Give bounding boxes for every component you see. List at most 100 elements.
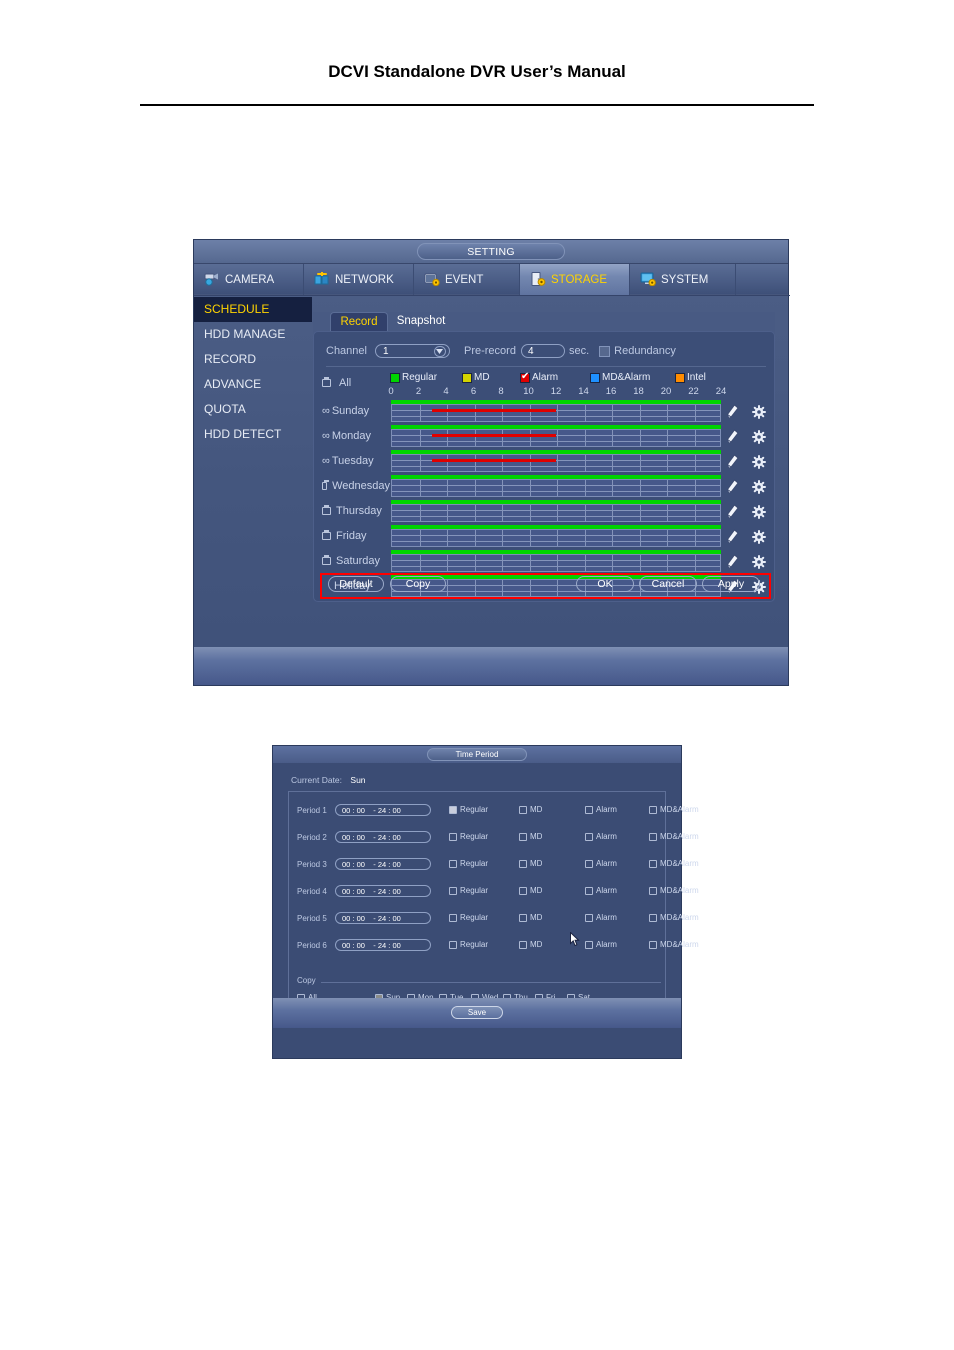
period-md-alarm-checkbox[interactable]: MD&Alarm <box>649 805 699 814</box>
period-time-input[interactable]: 00 : 00 - 24 : 00 <box>335 858 431 870</box>
legend-intel[interactable]: Intel <box>675 372 706 383</box>
checkbox-icon[interactable] <box>585 859 593 868</box>
legend-alarm[interactable]: Alarm <box>520 371 558 383</box>
checkbox-icon[interactable] <box>585 913 593 922</box>
schedule-row-wednesday[interactable]: Wednesday <box>322 474 768 499</box>
period-time-input[interactable]: 00 : 00 - 24 : 00 <box>335 939 431 951</box>
prerecord-input[interactable]: 4 <box>520 344 565 358</box>
schedule-row-friday[interactable]: Friday <box>322 524 768 549</box>
period-alarm-checkbox[interactable]: Alarm <box>585 805 617 814</box>
schedule-row-saturday[interactable]: Saturday <box>322 549 768 574</box>
period-md-alarm-checkbox[interactable]: MD&Alarm <box>649 859 699 868</box>
checkbox-icon[interactable] <box>449 805 457 814</box>
sidebar-item-record[interactable]: RECORD <box>194 347 312 372</box>
checkbox-icon[interactable] <box>322 555 331 565</box>
schedule-timeline[interactable] <box>391 525 721 547</box>
period-time-input[interactable]: 00 : 00 - 24 : 00 <box>335 912 431 924</box>
schedule-row-thursday[interactable]: Thursday <box>322 499 768 524</box>
schedule-timeline[interactable] <box>391 475 721 497</box>
checkbox-icon[interactable] <box>519 940 527 949</box>
checkbox-icon[interactable] <box>519 859 527 868</box>
sidebar-item-hdd-detect[interactable]: HDD DETECT <box>194 422 312 447</box>
gear-icon[interactable] <box>752 455 766 474</box>
checkbox-icon[interactable] <box>519 886 527 895</box>
gear-icon[interactable] <box>752 480 766 499</box>
schedule-row-sunday[interactable]: ∞ Sunday <box>322 399 768 424</box>
sidebar-item-schedule[interactable]: SCHEDULE <box>194 297 312 322</box>
gear-icon[interactable] <box>752 405 766 424</box>
period-md-checkbox[interactable]: MD <box>519 859 542 868</box>
checkbox-icon[interactable] <box>649 805 657 814</box>
link-icon[interactable]: ∞ <box>322 455 330 467</box>
eraser-icon[interactable] <box>726 529 739 549</box>
schedule-timeline[interactable] <box>391 425 721 447</box>
channel-select[interactable]: 1 <box>374 344 450 358</box>
period-regular-checkbox[interactable]: Regular <box>449 886 488 895</box>
checkbox-icon[interactable] <box>649 940 657 949</box>
eraser-icon[interactable] <box>726 404 739 424</box>
checkbox-icon[interactable] <box>449 913 457 922</box>
period-regular-checkbox[interactable]: Regular <box>449 913 488 922</box>
period-md-alarm-checkbox[interactable]: MD&Alarm <box>649 940 699 949</box>
period-md-checkbox[interactable]: MD <box>519 940 542 949</box>
checkbox-icon[interactable] <box>322 530 331 540</box>
checkbox-icon[interactable] <box>585 832 593 841</box>
schedule-row-monday[interactable]: ∞ Monday <box>322 424 768 449</box>
checkbox-icon[interactable] <box>649 913 657 922</box>
checkbox-icon[interactable] <box>585 886 593 895</box>
schedule-timeline[interactable] <box>391 550 721 572</box>
legend-swatch-icon[interactable] <box>675 372 685 383</box>
checkbox-icon[interactable] <box>449 832 457 841</box>
checkbox-icon[interactable] <box>585 940 593 949</box>
ok-button[interactable]: OK <box>576 576 634 592</box>
legend-md[interactable]: MD <box>462 372 490 383</box>
period-md-alarm-checkbox[interactable]: MD&Alarm <box>649 913 699 922</box>
link-icon[interactable]: ∞ <box>322 405 330 417</box>
legend-swatch-icon[interactable] <box>462 372 472 383</box>
tab-snapshot[interactable]: Snapshot <box>391 312 451 331</box>
save-button[interactable]: Save <box>451 1006 503 1019</box>
period-md-checkbox[interactable]: MD <box>519 832 542 841</box>
period-regular-checkbox[interactable]: Regular <box>449 859 488 868</box>
tab-record[interactable]: Record <box>330 312 388 331</box>
apply-button[interactable]: Apply <box>702 576 760 592</box>
eraser-icon[interactable] <box>726 454 739 474</box>
schedule-timeline[interactable] <box>391 500 721 522</box>
gear-icon[interactable] <box>752 555 766 574</box>
period-alarm-checkbox[interactable]: Alarm <box>585 940 617 949</box>
tab-event[interactable]: EVENT <box>414 264 520 295</box>
checkbox-icon[interactable] <box>322 480 330 490</box>
checkbox-icon[interactable] <box>322 505 331 515</box>
sidebar-item-advance[interactable]: ADVANCE <box>194 372 312 397</box>
eraser-icon[interactable] <box>726 429 739 449</box>
period-regular-checkbox[interactable]: Regular <box>449 832 488 841</box>
checkbox-icon[interactable] <box>449 859 457 868</box>
redundancy-checkbox[interactable] <box>599 345 611 357</box>
tab-network[interactable]: NETWORK <box>304 264 414 295</box>
period-md-checkbox[interactable]: MD <box>519 805 542 814</box>
period-alarm-checkbox[interactable]: Alarm <box>585 886 617 895</box>
checkbox-icon[interactable] <box>519 832 527 841</box>
chevron-down-icon[interactable] <box>433 346 446 357</box>
period-alarm-checkbox[interactable]: Alarm <box>585 832 617 841</box>
sidebar-item-hdd-manage[interactable]: HDD MANAGE <box>194 322 312 347</box>
legend-swatch-icon[interactable] <box>390 372 400 383</box>
gear-icon[interactable] <box>752 505 766 524</box>
checkbox-icon[interactable] <box>449 886 457 895</box>
checkbox-icon[interactable] <box>649 886 657 895</box>
period-md-checkbox[interactable]: MD <box>519 886 542 895</box>
period-time-input[interactable]: 00 : 00 - 24 : 00 <box>335 804 431 816</box>
schedule-row-tuesday[interactable]: ∞ Tuesday <box>322 449 768 474</box>
checkbox-icon[interactable] <box>649 859 657 868</box>
schedule-timeline[interactable] <box>391 450 721 472</box>
period-md-alarm-checkbox[interactable]: MD&Alarm <box>649 886 699 895</box>
cancel-button[interactable]: Cancel <box>639 576 697 592</box>
legend-regular[interactable]: Regular <box>390 372 437 383</box>
eraser-icon[interactable] <box>726 479 739 499</box>
legend-swatch-icon[interactable] <box>590 372 600 383</box>
period-regular-checkbox[interactable]: Regular <box>449 805 488 814</box>
legend-md-alarm[interactable]: MD&Alarm <box>590 372 650 383</box>
eraser-icon[interactable] <box>726 554 739 574</box>
period-time-input[interactable]: 00 : 00 - 24 : 00 <box>335 831 431 843</box>
link-icon[interactable]: ∞ <box>322 430 330 442</box>
